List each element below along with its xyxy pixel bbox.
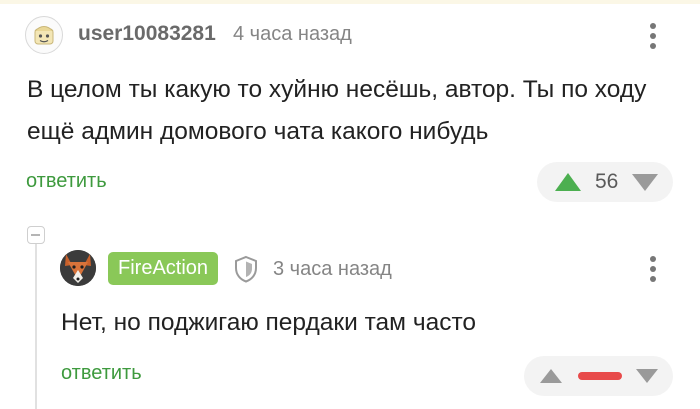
rating-panel [524, 356, 673, 396]
more-options-icon[interactable] [647, 253, 659, 285]
comment-timestamp: 3 часа назад [273, 258, 392, 280]
comment-timestamp: 4 часа назад [233, 23, 352, 45]
negative-rating-bar [578, 372, 622, 380]
comment-author-badge[interactable]: FireAction [108, 252, 219, 285]
rating-value: 56 [595, 170, 619, 193]
top-strip [0, 0, 700, 4]
downvote-icon[interactable] [632, 174, 658, 191]
comment-text: В целом ты какую то хуйню несёшь, автор.… [27, 76, 647, 145]
default-avatar-icon[interactable] [25, 16, 63, 54]
reply-button[interactable]: ответить [26, 170, 107, 193]
downvote-icon[interactable] [636, 369, 658, 383]
shield-icon [235, 255, 257, 283]
fox-avatar-icon[interactable] [60, 250, 96, 286]
reply-button[interactable]: ответить [61, 362, 142, 385]
comment-author[interactable]: user10083281 [78, 22, 216, 46]
more-options-icon[interactable] [647, 20, 659, 52]
collapse-thread-button[interactable] [27, 226, 45, 244]
upvote-icon[interactable] [540, 369, 562, 383]
upvote-icon[interactable] [555, 173, 581, 191]
thread-line[interactable] [35, 244, 37, 409]
rating-panel: 56 [537, 162, 673, 202]
comment-text: Нет, но поджигаю пердаки там часто [61, 309, 477, 336]
